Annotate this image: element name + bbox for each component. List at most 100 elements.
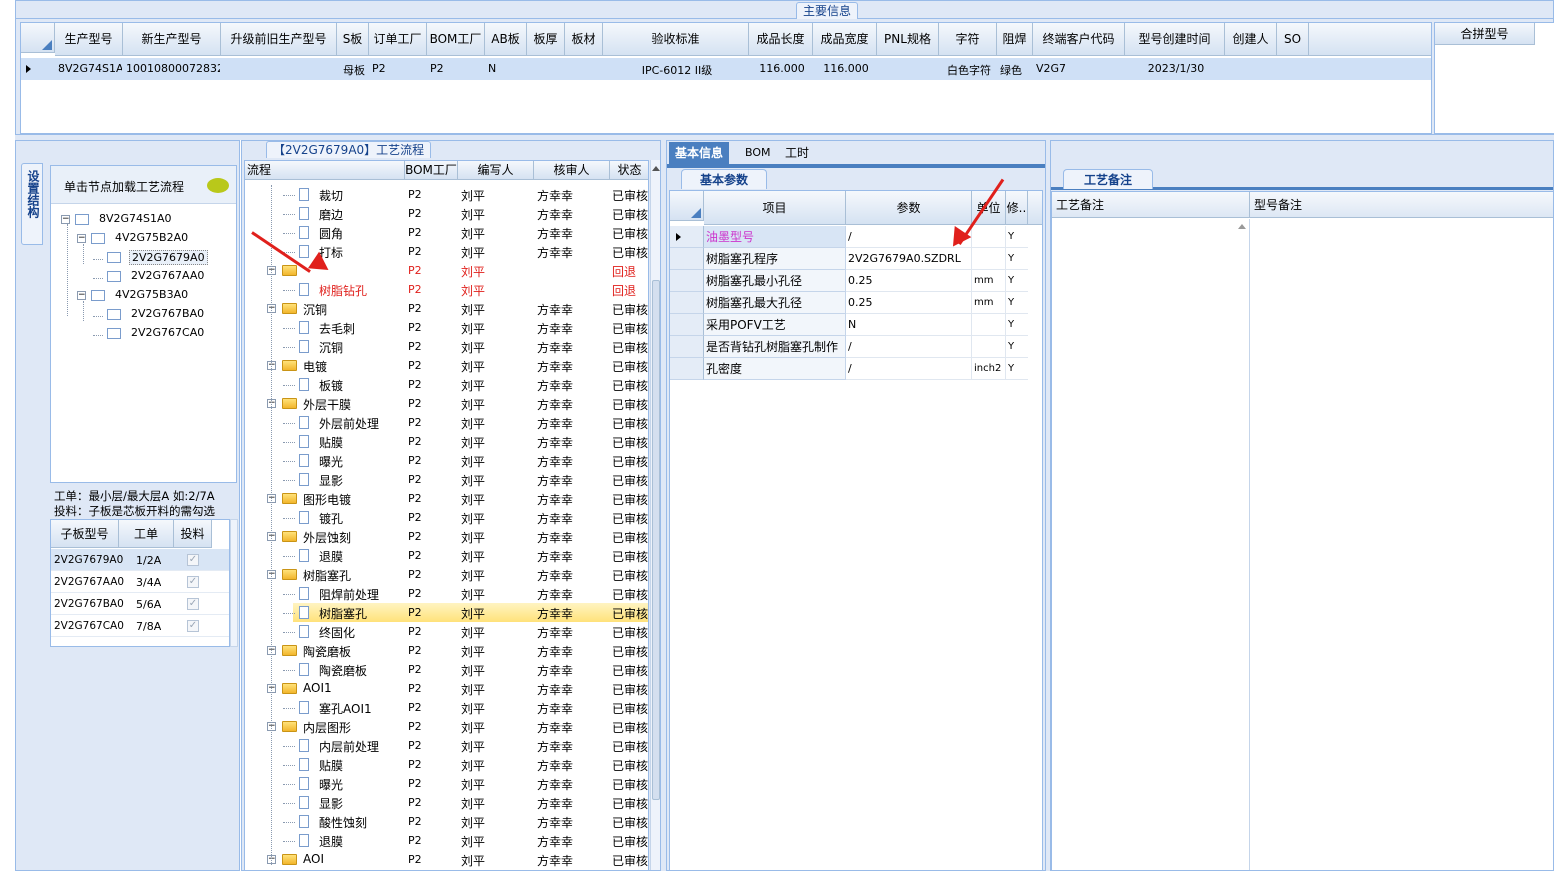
- main-col-header[interactable]: 生产型号: [55, 23, 123, 56]
- main-col-header[interactable]: 阻焊: [997, 23, 1033, 56]
- main-col-header[interactable]: BOM工厂: [427, 23, 485, 56]
- tree-node-label[interactable]: 2V2G767AA0: [129, 269, 206, 282]
- main-col-header[interactable]: SO: [1277, 23, 1309, 56]
- process-row[interactable]: 曝光 P2 刘平 方幸幸 已审核: [245, 451, 648, 470]
- tree-expander-icon[interactable]: −: [77, 291, 86, 300]
- sub-col-header[interactable]: 投料: [174, 520, 212, 548]
- tree-node-label[interactable]: 8V2G74S1A0: [97, 212, 174, 225]
- process-col-header[interactable]: 核审人: [534, 161, 610, 180]
- process-row[interactable]: 陶瓷磨板 P2 刘平 方幸幸 已审核: [245, 660, 648, 679]
- process-row[interactable]: − 图形电镀 P2 刘平 方幸幸 已审核: [245, 489, 648, 508]
- process-row[interactable]: − 树脂塞孔 P2 刘平 方幸幸 已审核: [245, 565, 648, 584]
- scroll-thumb[interactable]: [652, 280, 660, 800]
- process-col-header[interactable]: 状态: [610, 161, 648, 180]
- process-col-header[interactable]: BOM工厂: [405, 161, 458, 180]
- model-remarks-field[interactable]: [1251, 219, 1553, 870]
- process-row[interactable]: 磨边 P2 刘平 方幸幸 已审核: [245, 204, 648, 223]
- sub-grid-scrollbar[interactable]: [230, 519, 238, 647]
- detail-tab[interactable]: 工时: [779, 142, 815, 164]
- main-col-header[interactable]: 成品长度: [749, 23, 813, 56]
- process-row[interactable]: 贴膜 P2 刘平 方幸幸 已审核: [245, 432, 648, 451]
- tree-node-label[interactable]: 2V2G767CA0: [129, 326, 206, 339]
- process-row[interactable]: 曝光 P2 刘平 方幸幸 已审核: [245, 774, 648, 793]
- tree-expander-icon[interactable]: −: [77, 234, 86, 243]
- main-col-header[interactable]: 板厚: [527, 23, 565, 56]
- param-value[interactable]: 0.25: [846, 270, 972, 292]
- process-scrollbar[interactable]: [650, 160, 660, 870]
- process-row[interactable]: − 内层图形 P2 刘平 方幸幸 已审核: [245, 717, 648, 736]
- tree-node-label[interactable]: 2V2G7679A0: [129, 250, 208, 265]
- process-step-name: 曝光: [319, 455, 344, 469]
- basic-params-subtab[interactable]: 基本参数: [681, 169, 767, 189]
- param-col-header[interactable]: 参数: [846, 191, 972, 225]
- process-row[interactable]: 显影 P2 刘平 方幸幸 已审核: [245, 793, 648, 812]
- tree-expander-icon[interactable]: −: [61, 215, 70, 224]
- main-col-header[interactable]: 创建人: [1225, 23, 1277, 56]
- process-row[interactable]: 外层前处理 P2 刘平 方幸幸 已审核: [245, 413, 648, 432]
- process-row[interactable]: − AOI P2 刘平 方幸幸 已审核: [245, 850, 648, 869]
- process-row[interactable]: 镀孔 P2 刘平 方幸幸 已审核: [245, 508, 648, 527]
- process-row[interactable]: 终固化 P2 刘平 方幸幸 已审核: [245, 622, 648, 641]
- process-row[interactable]: − 陶瓷磨板 P2 刘平 方幸幸 已审核: [245, 641, 648, 660]
- scroll-up-icon[interactable]: [652, 166, 660, 171]
- process-row[interactable]: 退膜 P2 刘平 方幸幸 已审核: [245, 546, 648, 565]
- tree-node-label[interactable]: 2V2G767BA0: [129, 307, 206, 320]
- main-col-header[interactable]: 成品宽度: [813, 23, 877, 56]
- param-value[interactable]: N: [846, 314, 972, 336]
- process-row[interactable]: 塞孔AOI1 P2 刘平 方幸幸 已审核: [245, 698, 648, 717]
- main-col-header[interactable]: 板材: [565, 23, 603, 56]
- main-col-header[interactable]: PNL规格: [877, 23, 939, 56]
- process-reviewer: 方幸幸: [537, 626, 574, 640]
- process-row[interactable]: 裁切 P2 刘平 方幸幸 已审核: [245, 185, 648, 204]
- main-col-header[interactable]: 订单工厂: [369, 23, 427, 56]
- process-row[interactable]: − 外层干膜 P2 刘平 方幸幸 已审核: [245, 394, 648, 413]
- feed-checkbox[interactable]: ✓: [187, 598, 199, 610]
- process-row[interactable]: − AOI1 P2 刘平 方幸幸 已审核: [245, 679, 648, 698]
- process-col-header[interactable]: 编写人: [458, 161, 534, 180]
- process-row[interactable]: 酸性蚀刻 P2 刘平 方幸幸 已审核: [245, 812, 648, 831]
- process-row[interactable]: 树脂塞孔 P2 刘平 方幸幸 已审核: [245, 603, 648, 622]
- process-row[interactable]: 打标 P2 刘平 方幸幸 已审核: [245, 242, 648, 261]
- process-col-header[interactable]: 流程: [245, 161, 405, 180]
- main-col-header[interactable]: 型号创建时间: [1125, 23, 1225, 56]
- sub-col-header[interactable]: 工单: [119, 520, 174, 548]
- tree-node-label[interactable]: 4V2G75B2A0: [113, 231, 190, 244]
- feed-checkbox[interactable]: ✓: [187, 576, 199, 588]
- process-remarks-field[interactable]: [1052, 219, 1250, 870]
- detail-tab[interactable]: BOM: [739, 142, 777, 164]
- process-row[interactable]: 沉铜 P2 刘平 方幸幸 已审核: [245, 337, 648, 356]
- process-row[interactable]: 树脂钻孔 P2 刘平 回退: [245, 280, 648, 299]
- process-row[interactable]: 内层前处理 P2 刘平 方幸幸 已审核: [245, 736, 648, 755]
- main-col-header[interactable]: S板: [337, 23, 369, 56]
- process-row[interactable]: − 外层蚀刻 P2 刘平 方幸幸 已审核: [245, 527, 648, 546]
- structure-vertical-tab[interactable]: 设置结构: [21, 163, 43, 245]
- process-row[interactable]: 板镀 P2 刘平 方幸幸 已审核: [245, 375, 648, 394]
- process-row[interactable]: 阻焊前处理 P2 刘平 方幸幸 已审核: [245, 584, 648, 603]
- sub-col-header[interactable]: 子板型号: [51, 520, 119, 548]
- param-col-header[interactable]: 项目: [704, 191, 846, 225]
- process-row[interactable]: 显影 P2 刘平 方幸幸 已审核: [245, 470, 648, 489]
- process-row[interactable]: − 电镀 P2 刘平 方幸幸 已审核: [245, 356, 648, 375]
- param-col-header[interactable]: 修..: [1006, 191, 1028, 225]
- param-value[interactable]: /: [846, 358, 972, 380]
- param-value[interactable]: 0.25: [846, 292, 972, 314]
- detail-tab[interactable]: 基本信息: [669, 142, 730, 164]
- tree-node-label[interactable]: 4V2G75B3A0: [113, 288, 190, 301]
- main-col-header[interactable]: AB板: [485, 23, 527, 56]
- process-row[interactable]: 退膜 P2 刘平 方幸幸 已审核: [245, 831, 648, 850]
- process-row[interactable]: 贴膜 P2 刘平 方幸幸 已审核: [245, 755, 648, 774]
- remarks-scroll-up-icon[interactable]: [1238, 224, 1246, 229]
- main-col-header[interactable]: 新生产型号: [123, 23, 221, 56]
- main-col-header[interactable]: 验收标准: [603, 23, 749, 56]
- param-value[interactable]: /: [846, 336, 972, 358]
- param-value[interactable]: 2V2G7679A0.SZDRL: [846, 248, 972, 270]
- feed-checkbox[interactable]: ✓: [187, 554, 199, 566]
- main-col-header[interactable]: 终端客户代码: [1033, 23, 1125, 56]
- main-col-header[interactable]: 字符: [939, 23, 997, 56]
- remarks-tab[interactable]: 工艺备注: [1063, 169, 1153, 189]
- main-col-header[interactable]: 升级前旧生产型号: [221, 23, 337, 56]
- process-row[interactable]: − 沉铜 P2 刘平 方幸幸 已审核: [245, 299, 648, 318]
- process-row[interactable]: 圆角 P2 刘平 方幸幸 已审核: [245, 223, 648, 242]
- process-row[interactable]: 去毛刺 P2 刘平 方幸幸 已审核: [245, 318, 648, 337]
- feed-checkbox[interactable]: ✓: [187, 620, 199, 632]
